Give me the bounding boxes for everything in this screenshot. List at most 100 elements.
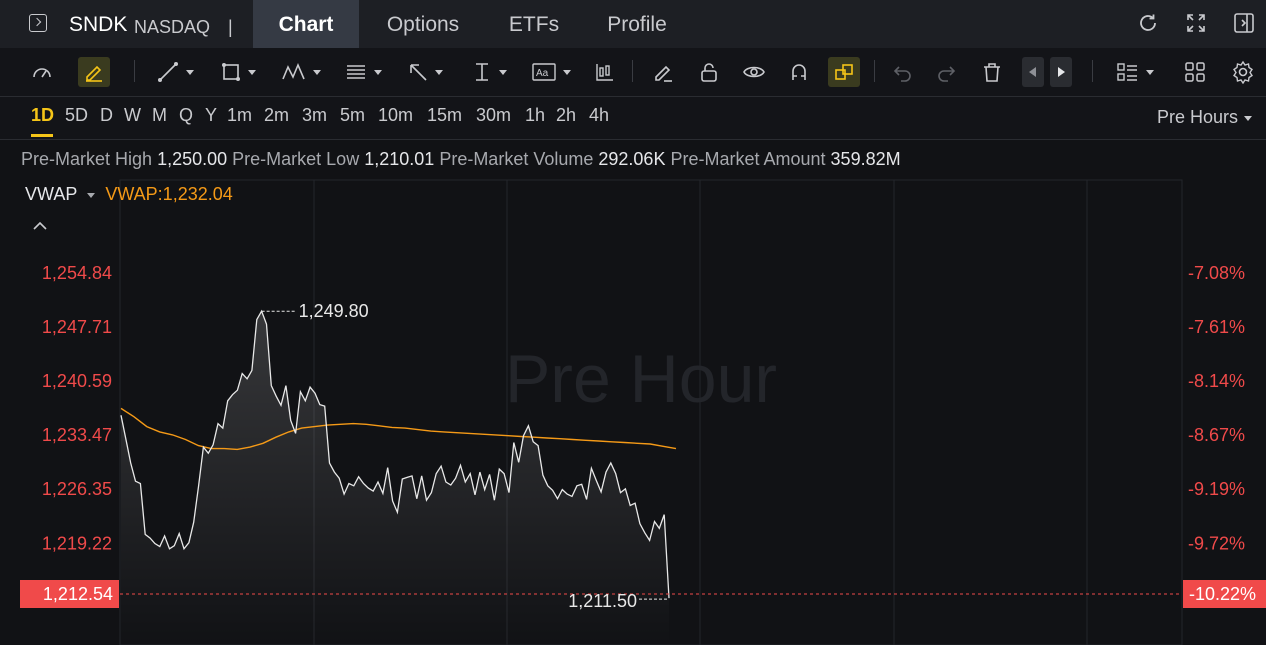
tab-profile[interactable]: Profile — [588, 0, 686, 48]
vwap-series-line — [120, 407, 677, 451]
period-w[interactable]: W — [124, 105, 141, 126]
stat-value: 292.06K — [598, 149, 666, 169]
current-price-label: 1,212.54 — [43, 584, 113, 604]
text-label-icon[interactable]: Aa — [528, 57, 574, 87]
trash-icon[interactable] — [979, 57, 1005, 87]
svg-text:Aa: Aa — [536, 68, 549, 79]
plot-frame — [119, 179, 1183, 645]
link-icon[interactable] — [828, 57, 860, 87]
period-2m[interactable]: 2m — [264, 105, 289, 126]
low-marker: 1,211.50 — [568, 591, 669, 611]
refresh-icon[interactable] — [1137, 12, 1159, 34]
toolbar-divider — [134, 60, 135, 82]
period-30m[interactable]: 30m — [476, 105, 511, 126]
candlestick-icon[interactable] — [592, 57, 618, 87]
tab-etfs[interactable]: ETFs — [490, 0, 578, 48]
period-1h[interactable]: 1h — [525, 105, 545, 126]
period-y[interactable]: Y — [205, 105, 217, 126]
current-price-badge — [20, 580, 119, 608]
arrow-icon[interactable] — [402, 57, 448, 87]
high-marker: 1,249.80 — [261, 301, 369, 321]
left-axis-tick-label: 1,247.71 — [42, 317, 112, 337]
left-axis-tick-label: 1,254.84 — [42, 263, 112, 283]
period-5d[interactable]: 5D — [65, 105, 88, 126]
current-change-label: -10.22% — [1189, 584, 1256, 604]
previous-icon[interactable] — [1022, 57, 1044, 87]
eye-icon[interactable] — [740, 57, 768, 87]
right-axis-tick-label: -8.67% — [1188, 425, 1245, 445]
period-bar: 1D 5D D W M Q Y 1m 2m 3m 5m 10m 15m 30m … — [0, 97, 1266, 140]
toolbar-divider — [1092, 60, 1093, 82]
exchange-name: NASDAQ — [134, 17, 211, 37]
period-15m[interactable]: 15m — [427, 105, 462, 126]
stat-label: Pre-Market Amount — [670, 149, 826, 169]
grid-icon[interactable] — [1182, 57, 1208, 87]
rectangle-icon[interactable] — [215, 57, 261, 87]
undo-icon[interactable] — [890, 57, 916, 87]
pattern-icon[interactable] — [278, 57, 324, 87]
drawing-toolbar: Aa — [0, 48, 1266, 97]
header-bar: SNDK NASDAQ | Chart Options ETFs Profile — [0, 0, 1266, 48]
sidebar-toggle-icon[interactable] — [29, 14, 47, 32]
fibonacci-icon[interactable] — [340, 57, 386, 87]
period-d[interactable]: D — [100, 105, 113, 126]
caret-down-icon[interactable] — [87, 192, 96, 198]
speedometer-icon[interactable] — [28, 57, 56, 87]
low-marker-label: 1,211.50 — [568, 591, 637, 611]
stat-value: 359.82M — [830, 149, 901, 169]
price-series-line — [120, 309, 670, 599]
right-axis-tick-label: -9.72% — [1188, 533, 1245, 553]
period-1d[interactable]: 1D — [31, 105, 54, 126]
left-axis-tick-label: 1,240.59 — [42, 371, 112, 391]
period-1m[interactable]: 1m — [227, 105, 252, 126]
lock-icon[interactable] — [696, 57, 722, 87]
high-marker-label: 1,249.80 — [299, 301, 369, 321]
next-icon[interactable] — [1050, 57, 1072, 87]
right-axis-tick-label: -8.14% — [1188, 371, 1245, 391]
period-m[interactable]: M — [152, 105, 167, 126]
session-dropdown[interactable]: Pre Hours — [1157, 107, 1252, 128]
period-5m[interactable]: 5m — [340, 105, 365, 126]
left-axis-tick-label: 1,233.47 — [42, 425, 112, 445]
tab-chart[interactable]: Chart — [253, 0, 359, 48]
toolbar-divider — [632, 60, 633, 82]
indicator-name: VWAP — [25, 184, 78, 204]
tab-options[interactable]: Options — [366, 0, 480, 48]
chevron-down-icon — [1244, 115, 1252, 121]
layout-list-icon[interactable] — [1110, 57, 1160, 87]
header-separator: | — [228, 17, 233, 37]
stat-value: 1,250.00 — [157, 149, 228, 169]
stat-label: Pre-Market High — [21, 149, 153, 169]
chevron-up-icon[interactable] — [32, 220, 48, 232]
period-3m[interactable]: 3m — [302, 105, 327, 126]
pencil-highlight-icon[interactable] — [78, 57, 110, 87]
current-change-badge — [1183, 580, 1266, 608]
eraser-icon[interactable] — [650, 57, 676, 87]
settings-icon[interactable] — [1230, 57, 1256, 87]
period-10m[interactable]: 10m — [378, 105, 413, 126]
expand-icon[interactable] — [1185, 12, 1207, 34]
line-icon[interactable] — [150, 57, 200, 87]
left-axis-tick-label: 1,226.35 — [42, 479, 112, 499]
side-panel-icon[interactable] — [1233, 12, 1255, 34]
period-2h[interactable]: 2h — [556, 105, 576, 126]
period-q[interactable]: Q — [179, 105, 193, 126]
indicator-legend[interactable]: VWAP VWAP:1,232.04 — [25, 184, 233, 205]
watermark: Pre Hour — [505, 341, 777, 417]
right-axis-tick-label: -7.08% — [1188, 263, 1245, 283]
left-axis-tick-label: 1,219.22 — [42, 533, 112, 553]
magnet-icon[interactable] — [786, 57, 812, 87]
right-axis-tick-label: -7.61% — [1188, 317, 1245, 337]
ticker-symbol: SNDK — [69, 13, 128, 36]
stat-label: Pre-Market Volume — [439, 149, 594, 169]
redo-icon[interactable] — [933, 57, 959, 87]
session-label: Pre Hours — [1156, 107, 1238, 127]
toolbar-divider — [874, 60, 875, 82]
text-cursor-icon[interactable] — [466, 57, 512, 87]
stat-label: Pre-Market Low — [232, 149, 360, 169]
premarket-stats: Pre-Market High 1,250.00 Pre-Market Low … — [21, 149, 901, 170]
stat-value: 1,210.01 — [364, 149, 435, 169]
period-4h[interactable]: 4h — [589, 105, 609, 126]
indicator-value: VWAP:1,232.04 — [105, 184, 233, 204]
right-axis-tick-label: -9.19% — [1188, 479, 1245, 499]
